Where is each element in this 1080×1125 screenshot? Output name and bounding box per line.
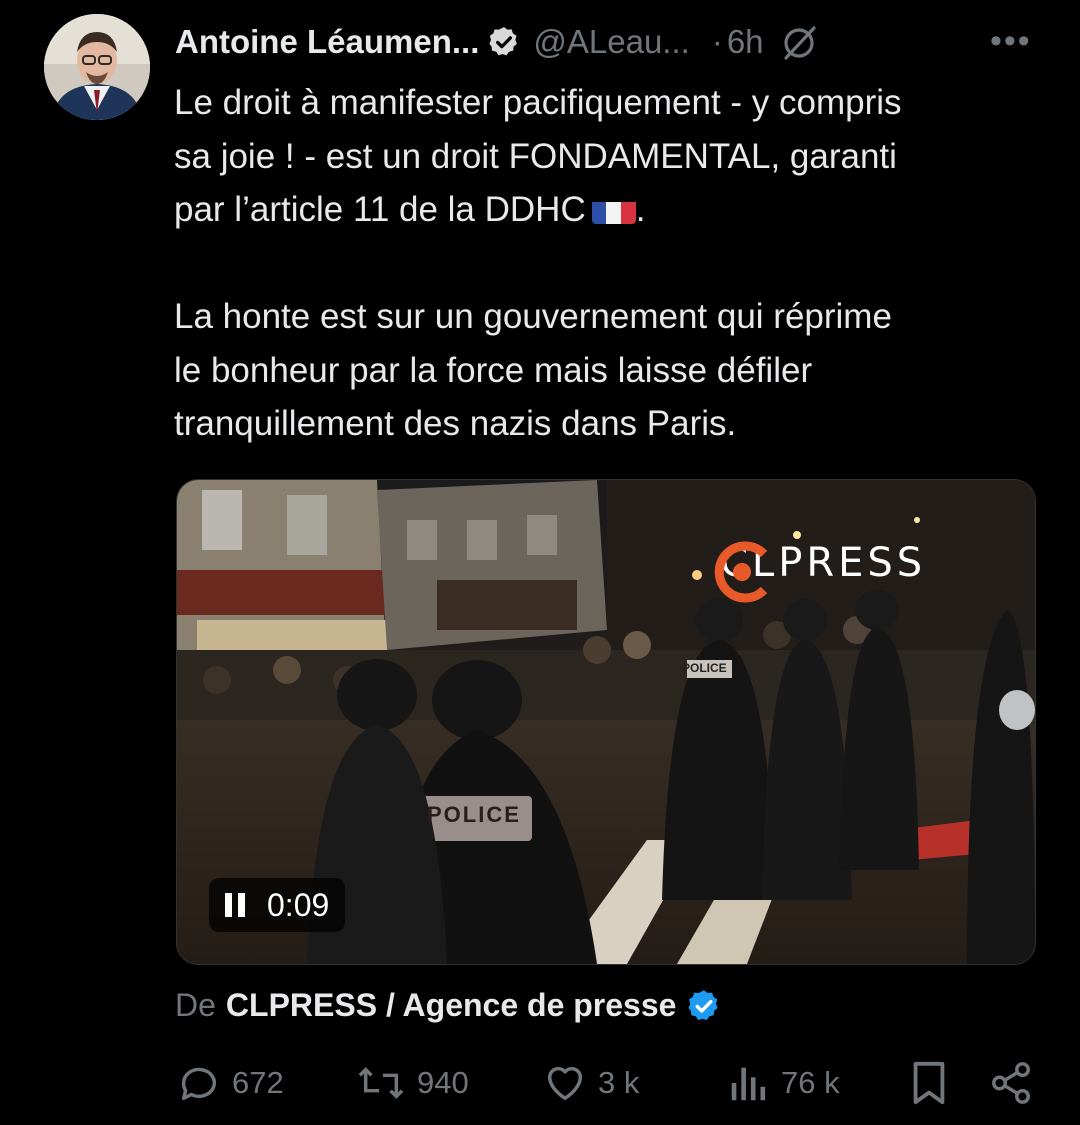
avatar[interactable]: [44, 14, 150, 120]
verified-badge-icon[interactable]: [487, 25, 521, 59]
tweet-time[interactable]: 6h: [727, 23, 764, 61]
clpress-watermark: CLPRESS: [712, 540, 926, 603]
like-count: 3 k: [598, 1065, 640, 1100]
source-attribution: De CLPRESS / Agence de presse: [175, 987, 722, 1024]
share-button[interactable]: [988, 1060, 1044, 1106]
avatar-image: [44, 14, 150, 120]
grok-icon[interactable]: [780, 22, 820, 62]
video-controls[interactable]: 0:09: [209, 878, 346, 932]
bookmark-icon: [913, 1061, 945, 1105]
reply-icon: [181, 1067, 217, 1101]
verified-badge-icon: [688, 989, 719, 1020]
france-flag-icon: [591, 194, 636, 224]
source-prefix: De: [175, 987, 216, 1023]
reply-button[interactable]: 672: [176, 1060, 284, 1106]
like-button[interactable]: 3 k: [542, 1060, 639, 1106]
views-button[interactable]: 76 k: [727, 1060, 840, 1106]
clpress-logo-icon: [714, 541, 768, 603]
video-player[interactable]: POLICE POLICE CLPRESS 0:09: [176, 479, 1036, 965]
source-link[interactable]: CLPRESS / Agence de presse: [226, 987, 677, 1024]
separator-dot: ·: [711, 23, 723, 60]
author-name[interactable]: Antoine Léaumen...: [175, 23, 479, 61]
views-count: 76 k: [781, 1065, 840, 1100]
police-patch-right: POLICE: [682, 661, 727, 675]
more-icon[interactable]: •••: [990, 22, 1032, 61]
tweet-text-period: .: [635, 190, 646, 229]
repost-icon: [358, 1067, 404, 1099]
video-timestamp: 0:09: [267, 886, 330, 923]
like-icon: [547, 1066, 583, 1101]
repost-button[interactable]: 940: [355, 1060, 469, 1106]
pause-icon[interactable]: [225, 893, 245, 917]
tweet-text: Le droit à manifester pacifiquement - y …: [174, 76, 1054, 451]
tweet-text-part1: Le droit à manifester pacifiquement - y …: [174, 83, 902, 229]
action-bar: 672 940 3 k 76 k: [0, 1060, 1080, 1120]
repost-count: 940: [417, 1065, 469, 1100]
reply-count: 672: [232, 1065, 284, 1100]
author-handle[interactable]: @ALeau...: [533, 23, 689, 61]
views-icon: [731, 1067, 766, 1101]
tweet-text-part2: La honte est sur un gouvernement qui rép…: [174, 297, 892, 443]
share-icon: [992, 1062, 1030, 1104]
bookmark-button[interactable]: [908, 1060, 960, 1106]
tweet-header: Antoine Léaumen... @ALeau... · 6h: [175, 18, 820, 66]
police-patch-left: POLICE: [427, 802, 521, 827]
